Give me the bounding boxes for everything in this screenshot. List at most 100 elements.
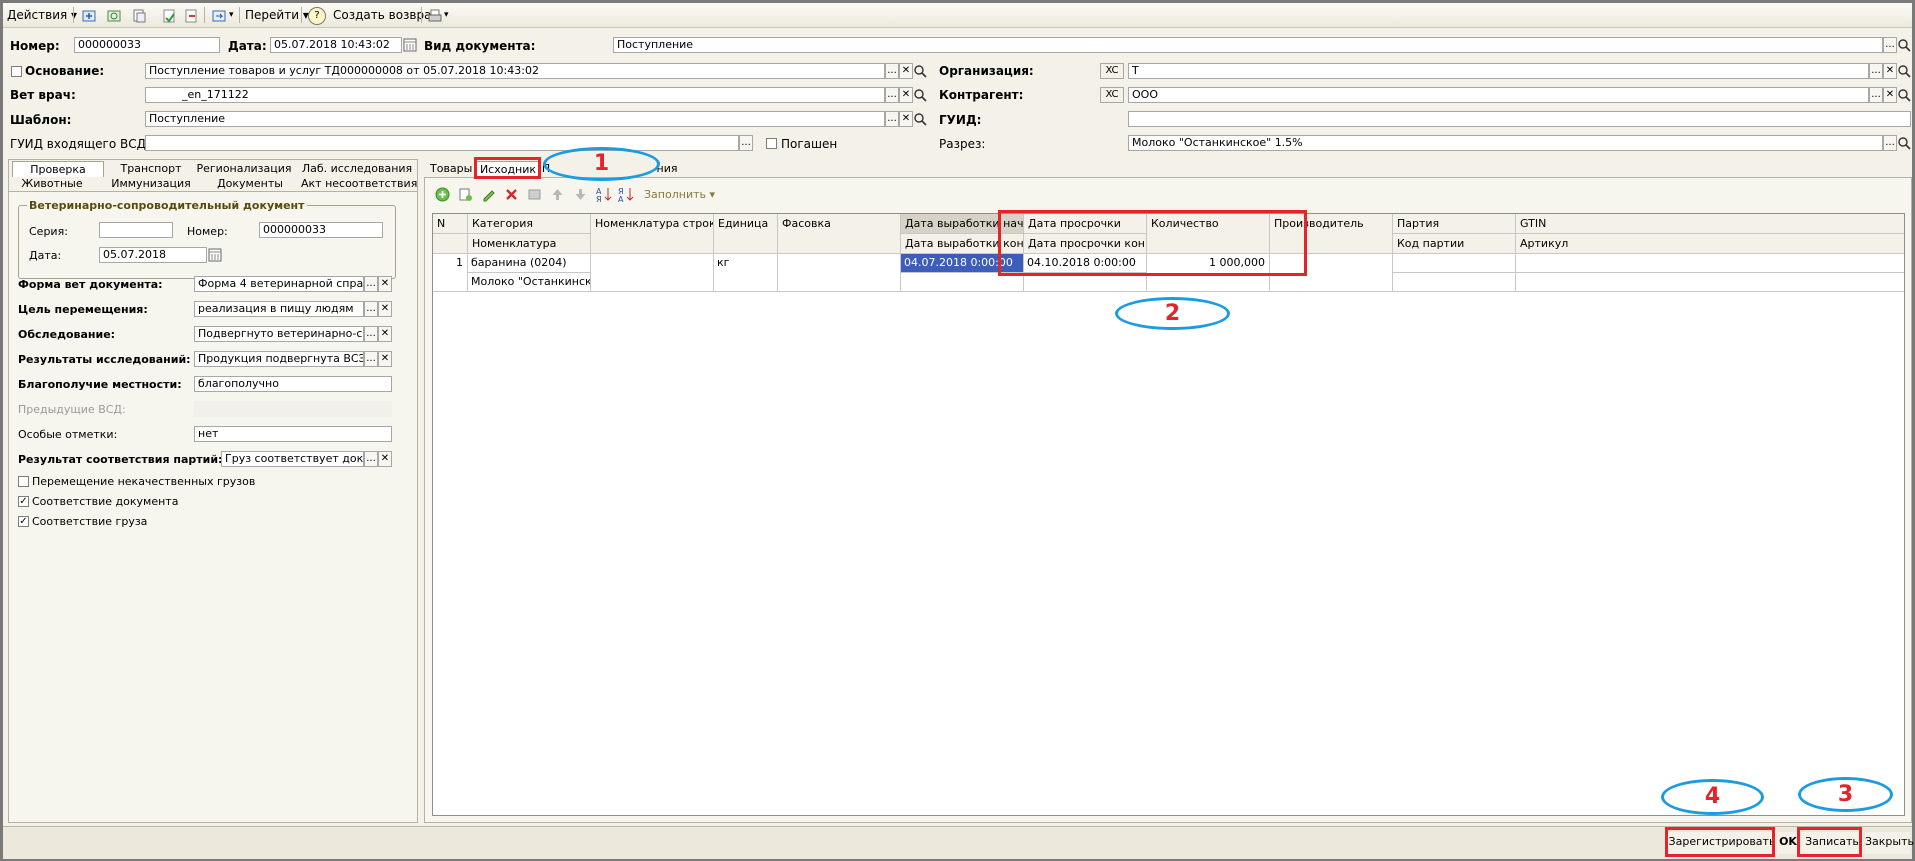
clear-icon[interactable]: ✕ [378, 451, 392, 467]
col-nomenclature-string[interactable]: Номенклатура строкой [591, 214, 714, 254]
col-unit[interactable]: Единица [714, 214, 778, 254]
select-button[interactable]: ... [364, 326, 378, 342]
col-packing[interactable]: Фасовка [778, 214, 901, 254]
chevron-down-icon[interactable]: ▾ [229, 6, 234, 24]
calendar-icon[interactable] [403, 37, 417, 53]
edit-icon[interactable] [481, 187, 496, 202]
select-button[interactable]: ... [885, 111, 899, 127]
clear-icon[interactable]: ✕ [378, 351, 392, 367]
select-button[interactable]: ... [364, 351, 378, 367]
tab-nonconformity-act[interactable]: Акт несоответствия [301, 177, 417, 190]
form-field[interactable]: Форма 4 ветеринарной справк [194, 276, 364, 292]
tab-documents[interactable]: Документы [205, 177, 295, 190]
vet-field[interactable]: _en_171122 [145, 87, 885, 103]
purpose-field[interactable]: реализация в пищу людям [194, 301, 364, 317]
clear-icon[interactable]: ✕ [899, 63, 913, 79]
col-gtin[interactable]: GTIN [1516, 214, 1904, 234]
section-field[interactable]: Молоко "Останкинское" 1.5% [1128, 135, 1883, 151]
number-field[interactable]: 000000033 [74, 37, 220, 53]
delete-icon[interactable] [504, 187, 519, 202]
tab-goods[interactable]: Товары [430, 162, 472, 175]
end-edit-icon[interactable] [527, 187, 542, 202]
basis-checkbox[interactable] [11, 66, 22, 77]
move-up-icon[interactable] [550, 187, 565, 202]
col-batch[interactable]: Партия [1393, 214, 1516, 234]
doctype-field[interactable]: Поступление [613, 37, 1883, 53]
tab-animals[interactable]: Животные [17, 177, 87, 190]
cell-category[interactable]: баранина (0204) [468, 254, 591, 273]
clear-icon[interactable]: ✕ [899, 111, 913, 127]
org-field[interactable]: Т [1128, 63, 1869, 79]
vsd-date-field[interactable]: 05.07.2018 [99, 247, 207, 263]
search-icon[interactable] [1897, 135, 1911, 151]
clear-icon[interactable]: ✕ [1883, 87, 1897, 103]
cell-batch[interactable] [1393, 254, 1516, 273]
search-icon[interactable] [913, 111, 927, 127]
num-field[interactable]: 000000033 [259, 222, 383, 238]
col-category[interactable]: Категория [468, 214, 591, 234]
select-button[interactable]: ... [1869, 87, 1883, 103]
calendar-icon[interactable] [208, 247, 222, 263]
select-button[interactable]: ... [1869, 63, 1883, 79]
cell-nomenclature-string[interactable] [591, 254, 714, 292]
create-return-button[interactable]: Создать возврат [333, 6, 438, 24]
print-icon[interactable] [427, 8, 443, 24]
tab-transport[interactable]: Транспорт [106, 162, 196, 175]
structure-icon[interactable] [211, 8, 227, 24]
goto-menu[interactable]: Перейти ▾ [245, 6, 309, 24]
tab-regionalization[interactable]: Регионализация [194, 162, 294, 175]
xc-button[interactable]: XC [1100, 63, 1124, 79]
cell-batch-code[interactable] [1393, 273, 1516, 292]
select-button[interactable]: ... [885, 87, 899, 103]
col-n[interactable]: N [433, 214, 468, 234]
search-icon[interactable] [1897, 63, 1911, 79]
clear-icon[interactable]: ✕ [378, 301, 392, 317]
bad-cargo-checkbox[interactable] [18, 476, 29, 487]
clear-icon[interactable]: ✕ [1883, 63, 1897, 79]
sort-asc-icon[interactable]: AЯ [596, 186, 612, 203]
select-button[interactable]: ... [1883, 37, 1897, 53]
select-button[interactable]: ... [739, 135, 753, 151]
move-down-icon[interactable] [573, 187, 588, 202]
tab-immunization[interactable]: Иммунизация [106, 177, 196, 190]
cell-article[interactable] [1516, 273, 1904, 292]
cell-gtin[interactable] [1516, 254, 1904, 273]
post-icon[interactable] [161, 8, 177, 24]
tab-check[interactable]: Проверка [12, 161, 104, 177]
add-icon[interactable] [81, 8, 97, 24]
actions-menu[interactable]: Действия ▾ [7, 6, 77, 24]
refresh-icon[interactable] [106, 8, 122, 24]
col-nomenclature[interactable]: Номенклатура [468, 234, 591, 254]
template-field[interactable]: Поступление [145, 111, 885, 127]
xc-button[interactable]: XC [1100, 87, 1124, 103]
exam-field[interactable]: Подвергнуто ветеринарно-сани [194, 326, 364, 342]
notes-field[interactable]: нет [194, 426, 392, 442]
repaid-checkbox[interactable] [766, 138, 777, 149]
chevron-down-icon[interactable]: ▾ [444, 6, 449, 24]
col-batch-code[interactable]: Код партии [1393, 234, 1516, 254]
copy-icon[interactable] [131, 8, 147, 24]
unpost-icon[interactable] [183, 8, 199, 24]
contractor-field[interactable]: ООО [1128, 87, 1869, 103]
basis-field[interactable]: Поступление товаров и услуг ТД000000008 … [145, 63, 885, 79]
search-icon[interactable] [913, 63, 927, 79]
cell-packing[interactable] [778, 254, 901, 292]
close-button[interactable]: Закрыть [1865, 832, 1914, 854]
date-field[interactable]: 05.07.2018 10:43:02 [270, 37, 402, 53]
cargo-match-checkbox[interactable]: ✓ [18, 516, 29, 527]
match-field[interactable]: Груз соответствует доку [221, 451, 364, 467]
sort-desc-icon[interactable]: ЯA [618, 186, 634, 203]
select-button[interactable]: ... [885, 63, 899, 79]
select-button[interactable]: ... [1883, 135, 1897, 151]
cell-n[interactable]: 1 [433, 254, 468, 292]
col-article[interactable]: Артикул [1516, 234, 1904, 254]
series-field[interactable] [99, 222, 173, 238]
cell-unit[interactable]: кг [714, 254, 778, 292]
cell-nomenclature[interactable]: Молоко "Останкинское" ... [468, 273, 591, 292]
welfare-field[interactable]: благополучно [194, 376, 392, 392]
help-icon[interactable]: ? [308, 7, 326, 25]
add-row-icon[interactable] [435, 187, 450, 202]
guid-field[interactable] [1128, 111, 1911, 127]
doc-match-checkbox[interactable]: ✓ [18, 496, 29, 507]
search-icon[interactable] [913, 87, 927, 103]
